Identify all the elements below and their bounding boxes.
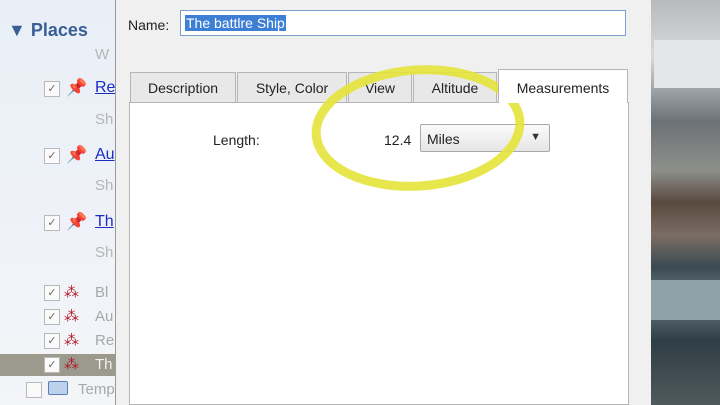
tab-view[interactable]: View	[348, 72, 412, 102]
unit-select[interactable]: Miles ▼	[420, 124, 550, 152]
building	[650, 280, 720, 320]
network-icon: ⁂	[64, 308, 79, 325]
list-item-sub: W	[95, 46, 110, 63]
checkbox[interactable]: ✓	[44, 81, 60, 97]
length-value: 12.4	[384, 132, 412, 148]
folder-label[interactable]: Temp	[78, 381, 115, 398]
place-sub: Sh	[95, 244, 114, 261]
checkbox[interactable]: ✓	[44, 333, 60, 349]
place-row-2[interactable]: ✓ 📌 Au	[0, 145, 128, 167]
pushpin-icon: 📌	[66, 78, 88, 97]
tab-description[interactable]: Description	[130, 72, 236, 102]
name-value: The battlre Ship	[185, 15, 286, 31]
place-link[interactable]: Au	[95, 146, 115, 164]
tab-style-color[interactable]: Style, Color	[237, 72, 347, 102]
place-sub: Sh	[95, 177, 114, 194]
checkbox[interactable]: ✓	[44, 285, 60, 301]
path-label[interactable]: Au	[95, 308, 113, 325]
checkbox[interactable]: ✓	[44, 215, 60, 231]
place-row-3[interactable]: ✓ 📌 Th	[0, 212, 128, 234]
place-sub: Sh	[95, 111, 114, 128]
name-label: Name:	[128, 17, 170, 33]
tab-measurements[interactable]: Measurements	[498, 69, 628, 103]
path-row-2[interactable]: ✓ ⁂ Au	[0, 306, 128, 328]
network-icon: ⁂	[64, 284, 79, 301]
checkbox[interactable]: ✓	[44, 357, 60, 373]
place-link[interactable]: Th	[95, 213, 114, 231]
path-row-3[interactable]: ✓ ⁂ Re	[0, 330, 128, 352]
length-label: Length:	[213, 132, 260, 148]
network-icon: ⁂	[64, 356, 79, 373]
place-row-1[interactable]: ✓ 📌 Re	[0, 78, 128, 100]
path-row-selected[interactable]: ✓ ⁂ Th	[0, 354, 128, 376]
edit-path-dialog: Name: The battlre Ship Description Style…	[115, 0, 651, 405]
tab-altitude[interactable]: Altitude	[413, 72, 497, 102]
folder-icon	[48, 381, 68, 395]
temp-folder-row[interactable]: Temp	[0, 379, 128, 401]
places-panel: ▼ Places W ✓ 📌 Re Sh ✓ 📌 Au Sh ✓ 📌 Th Sh…	[0, 0, 129, 405]
path-label[interactable]: Re	[95, 332, 114, 349]
pushpin-icon: 📌	[66, 145, 88, 164]
map-view[interactable]	[650, 0, 720, 405]
path-label[interactable]: Th	[95, 356, 113, 373]
checkbox[interactable]: ✓	[44, 148, 60, 164]
path-row-1[interactable]: ✓ ⁂ Bl	[0, 282, 128, 304]
unit-selected: Miles	[427, 131, 460, 147]
checkbox[interactable]	[26, 382, 42, 398]
places-header[interactable]: ▼ Places	[8, 20, 88, 41]
place-link[interactable]: Re	[95, 79, 115, 97]
measurements-panel: Length: 12.4 Miles ▼	[129, 102, 629, 405]
chevron-down-icon: ▼	[530, 131, 541, 143]
name-input[interactable]: The battlre Ship	[180, 10, 626, 36]
building	[654, 40, 720, 88]
path-label[interactable]: Bl	[95, 284, 108, 301]
pushpin-icon: 📌	[66, 212, 88, 231]
network-icon: ⁂	[64, 332, 79, 349]
checkbox[interactable]: ✓	[44, 309, 60, 325]
